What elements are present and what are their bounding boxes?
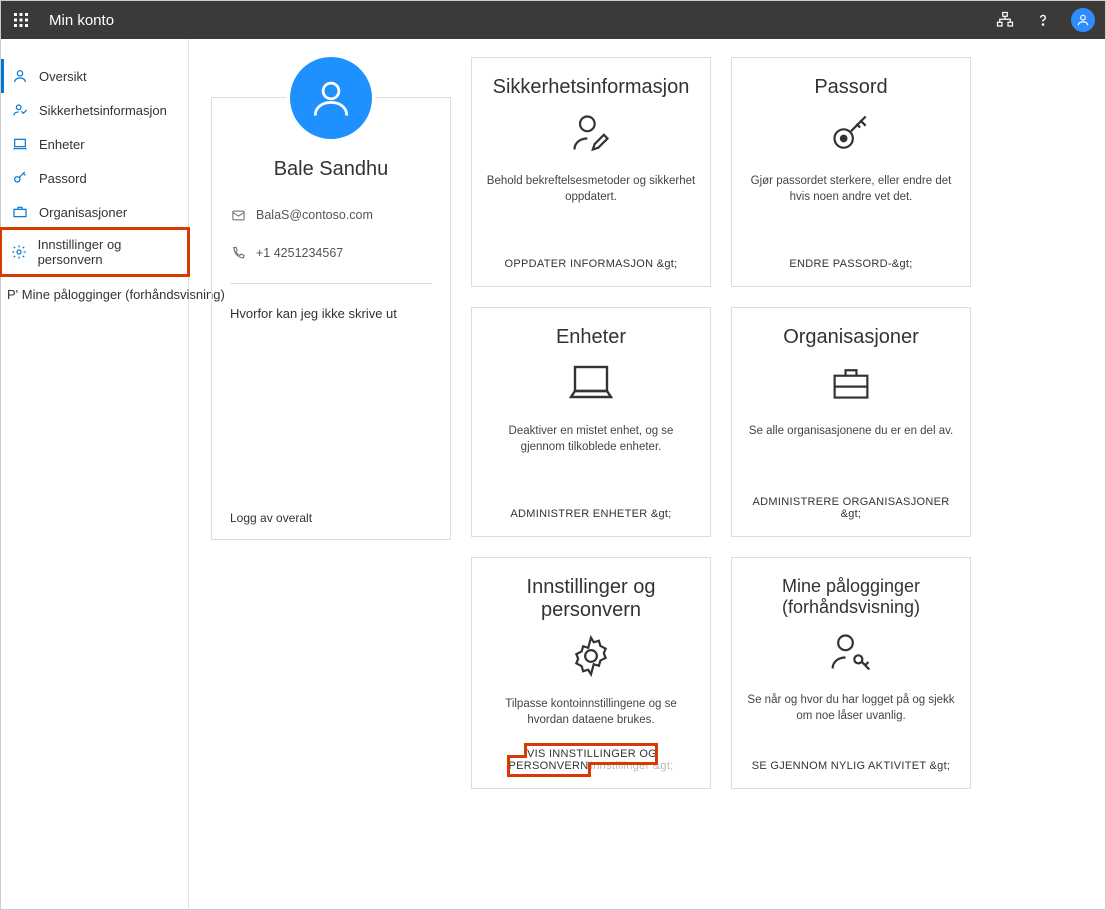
profile-name: Bale Sandhu bbox=[230, 158, 432, 181]
main-content: Bale Sandhu BalaS@contoso.com +1 4251234… bbox=[189, 39, 1105, 909]
profile-email-row: BalaS@contoso.com bbox=[230, 207, 432, 223]
gear-icon bbox=[11, 243, 28, 261]
profile-email: BalaS@contoso.com bbox=[256, 208, 373, 222]
person-edit-icon bbox=[569, 109, 613, 157]
briefcase-icon bbox=[11, 203, 29, 221]
phone-icon bbox=[230, 245, 246, 261]
logout-everywhere-link[interactable]: Logg av overalt bbox=[230, 511, 432, 525]
person-icon bbox=[11, 67, 29, 85]
profile-card: Bale Sandhu BalaS@contoso.com +1 4251234… bbox=[211, 97, 451, 540]
laptop-icon bbox=[567, 359, 615, 407]
sidebar-item-security[interactable]: Sikkerhetsinformasjon bbox=[1, 93, 188, 127]
card-desc: Deaktiver en mistet enhet, og se gjennom… bbox=[486, 423, 696, 455]
app-title: Min konto bbox=[49, 12, 114, 29]
card-title: Enheter bbox=[556, 326, 626, 349]
security-info-card: Sikkerhetsinformasjon Behold bekreftelse… bbox=[471, 57, 711, 287]
mail-icon bbox=[230, 207, 246, 223]
sidebar-item-label: Enheter bbox=[39, 137, 85, 152]
settings-privacy-card: Innstillinger og personvern Tilpasse kon… bbox=[471, 557, 711, 789]
profile-avatar bbox=[290, 57, 372, 139]
sidebar-item-devices[interactable]: Enheter bbox=[1, 127, 188, 161]
card-title: Organisasjoner bbox=[783, 326, 919, 349]
sidebar-item-label: Innstillinger og personvern bbox=[38, 237, 178, 267]
sidebar-item-label: Sikkerhetsinformasjon bbox=[39, 103, 167, 118]
org-chart-icon[interactable] bbox=[991, 6, 1019, 34]
view-settings-privacy-link[interactable]: VIS INNSTILLINGER OG PERSONVERNinnstilli… bbox=[486, 748, 696, 772]
sidebar-item-label: Passord bbox=[39, 171, 87, 186]
card-title: Sikkerhetsinformasjon bbox=[493, 76, 690, 99]
sidebar-item-overview[interactable]: Oversikt bbox=[1, 59, 188, 93]
password-card: Passord Gjør passordet sterkere, eller e… bbox=[731, 57, 971, 287]
top-bar: Min konto bbox=[1, 1, 1105, 39]
app-launcher-icon[interactable] bbox=[11, 10, 31, 30]
laptop-icon bbox=[11, 135, 29, 153]
manage-devices-link[interactable]: ADMINISTRER ENHETER &gt; bbox=[510, 508, 671, 520]
organizations-card: Organisasjoner Se alle organisasjonene d… bbox=[731, 307, 971, 537]
action-suffix: innstillinger &gt; bbox=[590, 760, 673, 772]
sidebar-extra-prefix: P' bbox=[7, 287, 18, 302]
person-key-icon bbox=[829, 628, 873, 676]
gear-icon bbox=[569, 632, 613, 680]
sidebar: Oversikt Sikkerhetsinformasjon Enheter P… bbox=[1, 39, 189, 909]
card-desc: Behold bekreftelsesmetoder og sikkerhet … bbox=[486, 173, 696, 205]
card-desc: Gjør passordet sterkere, eller endre det… bbox=[746, 173, 956, 205]
sidebar-item-organizations[interactable]: Organisasjoner bbox=[1, 195, 188, 229]
review-activity-link[interactable]: SE GJENNOM NYLIG AKTIVITET &gt; bbox=[752, 760, 951, 772]
sidebar-item-password[interactable]: Passord bbox=[1, 161, 188, 195]
card-grid: Sikkerhetsinformasjon Behold bekreftelse… bbox=[471, 57, 971, 789]
sidebar-item-settings-privacy[interactable]: Innstillinger og personvern bbox=[1, 229, 188, 275]
card-title: Innstillinger og personvern bbox=[486, 576, 696, 622]
briefcase-icon bbox=[829, 359, 873, 407]
update-info-link[interactable]: OPPDATER INFORMASJON &gt; bbox=[505, 258, 678, 270]
card-desc: Tilpasse kontoinnstillingene og se hvord… bbox=[486, 696, 696, 728]
user-avatar[interactable] bbox=[1071, 8, 1095, 32]
profile-phone: +1 4251234567 bbox=[256, 246, 343, 260]
change-password-link[interactable]: ENDRE PASSORD-&gt; bbox=[789, 258, 912, 270]
sidebar-item-label: Organisasjoner bbox=[39, 205, 127, 220]
help-icon[interactable] bbox=[1029, 6, 1057, 34]
sidebar-item-label: Oversikt bbox=[39, 69, 87, 84]
person-check-icon bbox=[11, 101, 29, 119]
card-desc: Se alle organisasjonene du er en del av. bbox=[749, 423, 953, 439]
key-icon bbox=[11, 169, 29, 187]
key-icon bbox=[829, 109, 873, 157]
devices-card: Enheter Deaktiver en mistet enhet, og se… bbox=[471, 307, 711, 537]
card-desc: Se når og hvor du har logget på og sjekk… bbox=[746, 692, 956, 724]
profile-phone-row: +1 4251234567 bbox=[230, 245, 432, 261]
card-title: Mine pålogginger (forhåndsvisning) bbox=[746, 576, 956, 618]
card-title: Passord bbox=[814, 76, 887, 99]
why-cant-print-link[interactable]: Hvorfor kan jeg ikke skrive ut bbox=[230, 306, 432, 321]
sidebar-item-signins-preview[interactable]: P' Mine pålogginger (forhåndsvisning) bbox=[1, 275, 188, 302]
signins-card: Mine pålogginger (forhåndsvisning) Se nå… bbox=[731, 557, 971, 789]
manage-orgs-link[interactable]: ADMINISTRERE ORGANISASJONER &gt; bbox=[746, 496, 956, 520]
